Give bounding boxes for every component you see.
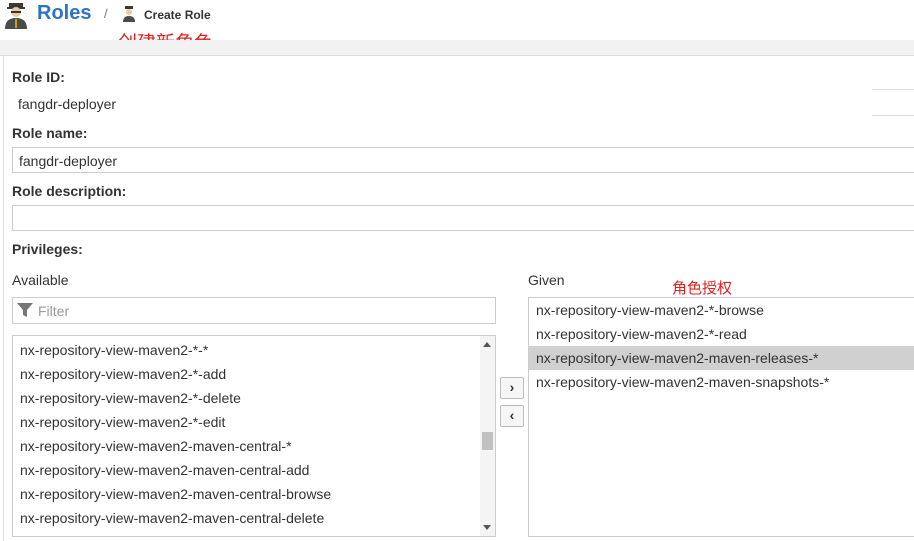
annotation-role-grant: 角色授权	[672, 279, 733, 297]
list-item-selected[interactable]: nx-repository-view-maven2-maven-releases…	[529, 346, 914, 370]
list-item[interactable]: nx-repository-view-maven2-*-read	[529, 322, 914, 346]
privileges-label: Privileges:	[12, 241, 83, 257]
list-item[interactable]: nx-repository-view-maven2-maven-central-…	[13, 434, 495, 458]
list-item[interactable]: nx-repository-view-maven2-maven-central-…	[13, 458, 495, 482]
role-description-label: Role description:	[12, 183, 127, 199]
header-band	[0, 40, 914, 56]
role-description-input[interactable]	[12, 205, 914, 231]
list-item[interactable]: nx-repository-view-maven2-*-browse	[529, 298, 914, 322]
list-item[interactable]: nx-repository-view-maven2-*-*	[13, 338, 495, 362]
list-item[interactable]: nx-repository-view-maven2-maven-central-…	[13, 482, 495, 506]
given-privileges-list[interactable]: nx-repository-view-maven2-*-browse nx-re…	[528, 297, 914, 537]
scroll-down-icon[interactable]	[483, 525, 491, 530]
role-name-input[interactable]: fangdr-deployer	[12, 147, 914, 173]
scroll-up-icon[interactable]	[483, 342, 491, 347]
divider-line	[872, 115, 914, 116]
remove-privilege-button[interactable]: ‹	[500, 405, 524, 427]
role-id-value: fangdr-deployer	[18, 96, 117, 112]
filter-input[interactable]: Filter	[38, 303, 69, 319]
breadcrumb-current: Create Role	[144, 8, 211, 22]
role-person-icon	[5, 3, 27, 29]
add-privilege-button[interactable]: ›	[500, 377, 524, 399]
list-item[interactable]: nx-repository-view-maven2-*-delete	[13, 386, 495, 410]
list-item[interactable]: nx-repository-view-maven2-maven-snapshot…	[529, 370, 914, 394]
available-privileges-list[interactable]: nx-repository-view-maven2-*-* nx-reposit…	[12, 335, 496, 537]
list-item[interactable]: nx-repository-view-maven2-*-add	[13, 362, 495, 386]
breadcrumb-separator: /	[104, 6, 108, 21]
panel-divider	[3, 55, 4, 541]
available-scrollbar[interactable]	[480, 336, 495, 536]
page-title[interactable]: Roles	[37, 2, 91, 25]
scroll-thumb[interactable]	[482, 432, 493, 450]
list-item[interactable]: nx-repository-view-maven2-maven-central-…	[13, 506, 495, 530]
filter-field[interactable]: Filter	[12, 297, 496, 324]
role-name-label: Role name:	[12, 125, 88, 141]
role-person-icon	[123, 6, 135, 22]
role-id-label: Role ID:	[12, 69, 65, 85]
list-item[interactable]: nx-repository-view-maven2-*-edit	[13, 410, 495, 434]
funnel-icon	[17, 303, 33, 317]
divider-line	[872, 89, 914, 90]
given-label: Given	[528, 272, 565, 288]
available-label: Available	[12, 272, 69, 288]
